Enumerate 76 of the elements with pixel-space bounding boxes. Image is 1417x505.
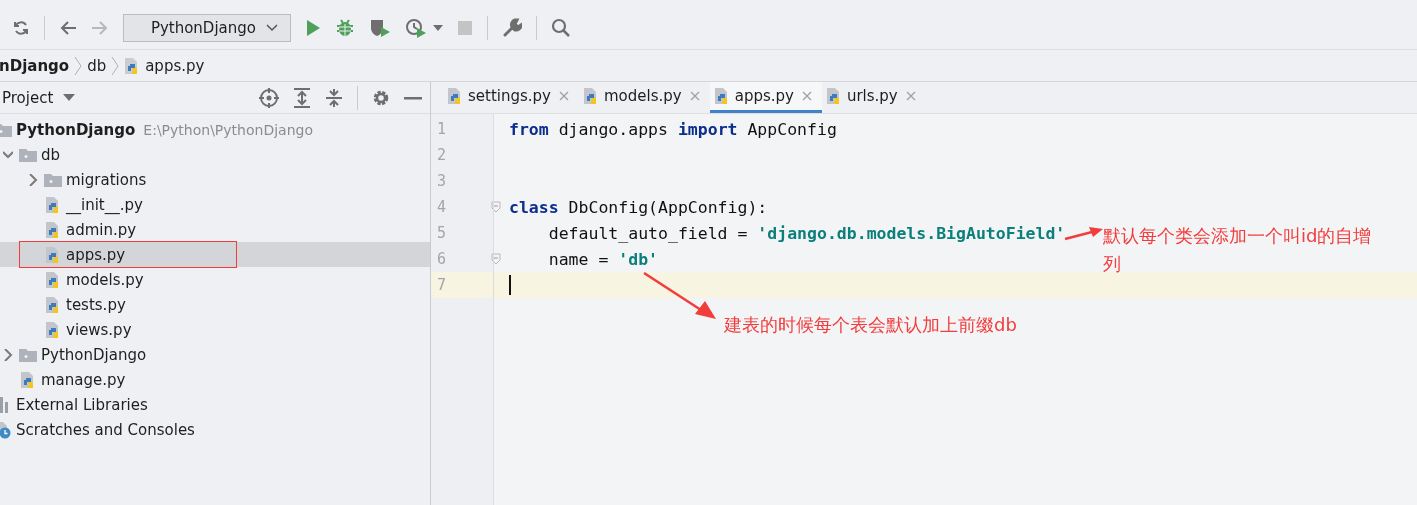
breadcrumb[interactable]: nDjango (0, 56, 70, 75)
line-number: 7 (436, 276, 448, 294)
code-line: from django.apps import AppConfig (509, 119, 837, 139)
minimize-icon[interactable] (404, 95, 422, 100)
tab-label[interactable]: urls.py (846, 87, 898, 105)
close-icon[interactable] (801, 91, 812, 101)
project-path: E:\Python\PythonDjango (143, 121, 313, 138)
tree-item[interactable]: migrations (0, 167, 430, 192)
line-number: 3 (436, 172, 448, 190)
collapse-all-icon[interactable] (325, 87, 343, 108)
tree-item[interactable]: tests.py (0, 292, 430, 317)
tree-item[interactable]: PythonDjango E:\Python\PythonDjango (0, 117, 430, 142)
run-icon[interactable] (305, 18, 321, 37)
folder-icon (44, 171, 62, 188)
profiler-icon[interactable] (405, 17, 427, 38)
chevron-icon[interactable] (3, 148, 13, 161)
crosshair-icon[interactable] (259, 87, 279, 108)
editor-tab[interactable]: apps.py (709, 82, 822, 113)
line-number: 4 (436, 198, 448, 216)
code-line: class DbConfig(AppConfig): (509, 197, 768, 217)
python-file-icon (713, 87, 730, 105)
annotation-text: 默认每个类会添加一个叫id的自增列 (1103, 224, 1373, 276)
breadcrumb[interactable]: apps.py (145, 56, 205, 75)
code-line: name = 'db' (547, 249, 659, 269)
folder-icon (19, 146, 37, 163)
code-line: default_auto_field = 'django.db.models.BigAutoField' (547, 223, 1066, 243)
tab-label[interactable]: apps.py (734, 87, 794, 105)
chevron-icon[interactable] (3, 348, 13, 361)
breadcrumb[interactable]: db (87, 56, 107, 75)
fold-marker-icon[interactable] (491, 201, 501, 213)
tree-item[interactable]: models.py (0, 267, 430, 292)
tab-label[interactable]: models.py (604, 87, 682, 105)
chevron-icon[interactable] (28, 173, 38, 186)
expand-all-icon[interactable] (293, 87, 311, 108)
tree-item[interactable]: manage.py (0, 367, 430, 392)
tree-item[interactable]: views.py (0, 317, 430, 342)
annotation-arrow (1064, 227, 1104, 241)
editor-tab[interactable]: settings.py (443, 82, 579, 113)
editor-tab[interactable]: urls.py (821, 82, 926, 113)
caret-icon[interactable] (433, 24, 443, 31)
line-number: 5 (436, 224, 448, 242)
bug-icon[interactable] (335, 17, 355, 38)
fold-marker-icon[interactable] (491, 253, 501, 265)
line-number: 1 (436, 120, 448, 138)
sync-icon[interactable] (12, 18, 30, 37)
wrench-icon[interactable] (502, 17, 522, 38)
annotation-text: 建表的时候每个表会默认加上前缀db (724, 313, 1017, 337)
editor-tab[interactable]: models.py (579, 82, 710, 113)
close-icon[interactable] (689, 91, 700, 101)
close-icon[interactable] (905, 91, 916, 101)
tab-label[interactable]: settings.py (468, 87, 551, 105)
tree-item[interactable]: db (0, 142, 430, 167)
folder-icon (19, 346, 37, 363)
scratch-file-icon (0, 420, 12, 439)
line-number: 6 (436, 250, 448, 268)
tree-item[interactable]: Scratches and Consoles (0, 417, 430, 442)
python-file-icon (825, 87, 842, 105)
tree-item[interactable]: apps.py (0, 242, 430, 267)
caret-icon[interactable] (63, 93, 76, 102)
back-arrow-icon[interactable] (59, 19, 77, 36)
chevron-icon (74, 55, 83, 76)
python-file-icon (583, 87, 599, 105)
tree-item[interactable]: admin.py (0, 217, 430, 242)
settings-icon[interactable] (372, 88, 390, 107)
shield-run-icon[interactable] (369, 17, 391, 38)
tree-item[interactable]: PythonDjango (0, 342, 430, 367)
tree-item[interactable]: External Libraries (0, 392, 430, 417)
run-configuration-dropdown[interactable]: PythonDjango (123, 13, 291, 42)
search-icon[interactable] (551, 17, 571, 38)
chevron-icon (111, 55, 120, 76)
project-view-dropdown[interactable]: Project (0, 88, 76, 107)
line-number: 2 (436, 146, 448, 164)
close-icon[interactable] (559, 91, 569, 101)
tree-item[interactable]: __init__.py (0, 192, 430, 217)
python-file-icon (447, 87, 463, 105)
caret-icon[interactable] (266, 23, 278, 32)
